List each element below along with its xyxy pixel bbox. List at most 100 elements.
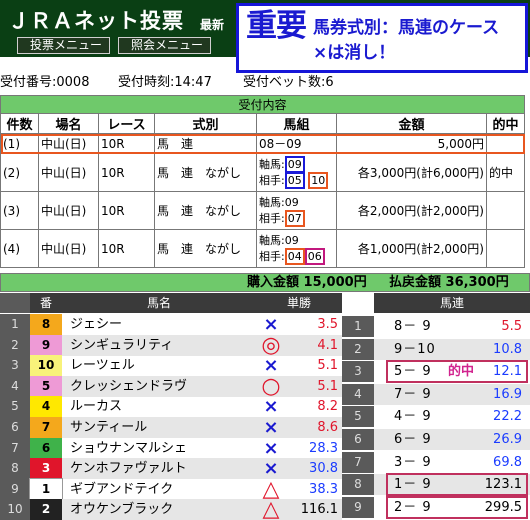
gate-badge: 8 xyxy=(30,314,62,335)
row-race: 10R xyxy=(98,153,155,192)
horse-row: 9 1 ギブアンドテイク △ 38.3 xyxy=(0,477,342,501)
prediction-mark: × xyxy=(263,437,279,459)
gate-badge: 5 xyxy=(30,375,62,397)
horse-name-header: 馬名 xyxy=(62,293,256,313)
quinella-row: 5 4－ 9 22.2 xyxy=(342,406,530,428)
horse-number: 10 xyxy=(0,499,30,520)
quinella-combo: 9－10 xyxy=(394,341,436,357)
quinella-rank: 8 xyxy=(342,474,374,496)
highlight-box xyxy=(386,360,528,384)
gate-badge: 3 xyxy=(30,458,62,480)
horse-name: ギブアンドテイク xyxy=(70,481,174,497)
quinella-combo: 7－ 9 xyxy=(394,386,432,402)
receipt-table: 受付内容 件数 場名 レース 式別 馬組 金額 的中 (1) 中山(日) 10R… xyxy=(0,95,525,268)
row-venue: 中山(日) xyxy=(38,153,99,192)
quinella-combo: 8－ 9 xyxy=(394,319,432,334)
quinella-rank: 9 xyxy=(342,496,374,518)
win-odds-header: 単勝 xyxy=(256,293,342,313)
row-race: 10R xyxy=(98,229,155,268)
highlight-box xyxy=(386,473,528,497)
partner-horse: 06 xyxy=(304,247,325,265)
quinella-row: 6 6－ 9 26.9 xyxy=(342,429,530,450)
win-odds: 3.5 xyxy=(317,317,338,332)
partner-label: 相手: xyxy=(259,173,285,187)
quinella-spacer xyxy=(342,293,374,313)
col-amount: 金額 xyxy=(336,113,487,134)
quinella-rank: 2 xyxy=(342,338,374,360)
row-hit xyxy=(486,133,525,154)
partner-horse: 10 xyxy=(308,171,329,189)
row-type: 馬 連 ながし xyxy=(154,191,257,230)
annotation-important: 重要 xyxy=(246,8,307,44)
bet-menu-button[interactable]: 投票メニュー xyxy=(17,37,110,54)
gate-badge: 7 xyxy=(30,417,62,438)
horse-num-header xyxy=(0,293,30,313)
partner-horse: 07 xyxy=(284,209,305,227)
horse-name: サンティール xyxy=(70,420,148,435)
app-logo: ＪＲＡネット投票 xyxy=(8,9,184,33)
horse-number: 9 xyxy=(0,478,30,500)
row-amount: 各3,000円(計6,000円) xyxy=(336,153,487,192)
win-odds: 5.1 xyxy=(317,358,338,374)
gate-badge: 4 xyxy=(30,396,62,418)
quinella-combo: 6－ 9 xyxy=(394,432,432,447)
horse-row: 8 3 ケンホファヴァルト × 30.8 xyxy=(0,458,342,480)
row-combo: 軸馬:09 相手: 04 06 xyxy=(256,229,337,268)
horse-name: ケンホファヴァルト xyxy=(70,461,187,477)
quinella-combo: 4－ 9 xyxy=(394,409,432,425)
horse-number: 1 xyxy=(0,314,30,335)
horse-number: 5 xyxy=(0,396,30,418)
receipt-info: 受付番号:0008 受付時刻:14:47 受付ベット数:6 xyxy=(0,75,530,91)
prediction-mark: ◎ xyxy=(261,332,281,358)
axis-label: 軸馬: xyxy=(259,233,285,247)
prediction-mark: ○ xyxy=(261,373,281,399)
highlight-box xyxy=(386,495,528,519)
row-amount: 各1,000円(計2,000円) xyxy=(336,229,487,268)
quinella-rank: 3 xyxy=(342,361,374,383)
horse-name: ルーカス xyxy=(70,399,123,415)
quinella-rank: 6 xyxy=(342,429,374,450)
quinella-rank: 1 xyxy=(342,316,374,337)
horse-row: 1 8 ジェシー × 3.5 xyxy=(0,314,342,335)
quinella-rank: 4 xyxy=(342,383,374,405)
row-number: (3) xyxy=(0,191,39,230)
col-count: 件数 xyxy=(0,113,39,134)
table-row: (1) 中山(日) 10R 馬 連 08－09 5,000円 xyxy=(0,133,525,154)
row-hit: 的中 xyxy=(486,153,525,192)
win-odds: 38.3 xyxy=(309,481,338,497)
horse-number: 4 xyxy=(0,375,30,397)
horse-row: 4 5 クレッシェンドラヴ ○ 5.1 xyxy=(0,373,342,399)
horse-row: 3 10 レーツェル × 5.1 xyxy=(0,355,342,377)
purchase-total: 購入金額 15,000円 xyxy=(247,275,367,290)
quinella-odds: 26.9 xyxy=(493,432,522,447)
quinella-row: 7 3－ 9 69.8 xyxy=(342,451,530,473)
axis-label: 軸馬: xyxy=(259,195,285,209)
partner-horse: 04 xyxy=(284,247,305,265)
inquiry-menu-button[interactable]: 照会メニュー xyxy=(118,37,211,54)
horse-name: ジェシー xyxy=(70,317,123,332)
row-race: 10R xyxy=(98,191,155,230)
win-odds: 116.1 xyxy=(300,502,338,518)
bet-count: 受付ベット数:6 xyxy=(243,75,334,90)
horse-name: レーツェル xyxy=(70,358,135,374)
col-race: レース xyxy=(98,113,155,134)
axis-label: 軸馬: xyxy=(259,157,285,171)
row-amount: 各2,000円(計2,000円) xyxy=(336,191,487,230)
horse-number: 6 xyxy=(0,417,30,438)
row-venue: 中山(日) xyxy=(38,133,99,154)
quinella-rank: 5 xyxy=(342,406,374,428)
horse-row: 10 2 オウケンブラック △ 116.1 xyxy=(0,499,342,520)
payout-total: 払戻金額 36,300円 xyxy=(389,275,509,290)
win-odds: 8.6 xyxy=(317,420,338,435)
quinella-odds: 5.5 xyxy=(501,319,522,334)
gate-badge: 9 xyxy=(30,334,62,356)
prediction-mark: △ xyxy=(262,497,280,520)
row-venue: 中山(日) xyxy=(38,229,99,268)
annotation-line1: 馬券式別：馬連のケース xyxy=(313,18,500,38)
quinella-row: 1 8－ 9 5.5 xyxy=(342,316,530,337)
horse-name: シンギュラリティ xyxy=(70,337,174,353)
col-type: 式別 xyxy=(154,113,257,134)
horse-row: 6 7 サンティール × 8.6 xyxy=(0,417,342,438)
axis-horse: 09 xyxy=(284,195,299,209)
row-number: (2) xyxy=(0,153,39,192)
